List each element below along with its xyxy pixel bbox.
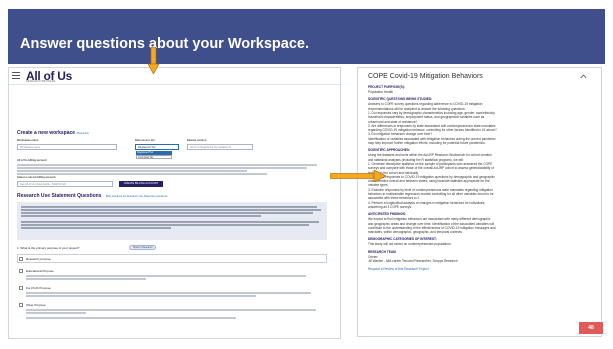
billing-text-line <box>17 164 317 166</box>
question-1-label: 1. What is the primary purpose of your p… <box>17 246 80 250</box>
section-heading: SCIENTIFIC QUESTIONS BEING STUDIED: <box>368 97 433 102</box>
rus-heading: Research Use Statement Questions Best pr… <box>17 193 167 199</box>
section-text-line: Population Health <box>368 90 394 94</box>
logo-subtitle: RESEARCH PROGRAM <box>26 80 56 83</box>
section-heading: PROJECT PURPOSE(S): <box>368 85 405 89</box>
page-number-badge: 48 <box>579 322 603 334</box>
billing-text-line <box>17 173 267 175</box>
chevron-up-icon[interactable] <box>580 73 587 80</box>
arrow-right-icon <box>330 170 386 182</box>
slide: Answer questions about your Workspace. A… <box>0 0 613 349</box>
info-text-line <box>21 206 317 208</box>
data-access-tier-select[interactable]: Registered Tier <box>135 144 179 150</box>
create-billing-account-button[interactable]: CREATE BILLING ACCOUNT <box>119 181 163 187</box>
section-text-line: Jill Waxlen - Mid-career Tenured Researc… <box>368 259 458 263</box>
info-text-line <box>21 221 319 223</box>
required-tag: (Required) <box>76 132 89 135</box>
option-text-line <box>26 312 86 314</box>
billing-select-label: Select a current billing account <box>17 176 56 179</box>
section-heading: RESEARCH TEAM <box>368 249 396 254</box>
info-text-line <box>21 215 261 217</box>
app-top-nav: All of Us RESEARCH PROGRAM <box>9 68 340 85</box>
billing-heading: All of Us billing account <box>17 159 47 162</box>
option-text-line <box>26 292 311 294</box>
info-text-line <box>21 209 321 211</box>
rus-best-practices-link[interactable]: Best practices for Research Use Statemen… <box>106 195 168 198</box>
info-text-line <box>21 224 309 226</box>
data-access-tier-label: Data access tier <box>135 139 155 142</box>
question-1-pill[interactable]: Show in Research <box>129 245 157 250</box>
educational-purpose-checkbox[interactable] <box>19 269 23 273</box>
dataset-version-select[interactable]: All of Us Registered Tier Dataset v5 <box>187 144 253 150</box>
other-purpose-label: Other Purpose <box>26 303 46 307</box>
option-text-line <box>26 295 256 297</box>
other-purpose-checkbox[interactable] <box>19 303 23 307</box>
section-heading: SCIENTIFIC APPROACHES: <box>368 148 411 153</box>
create-workspace-heading-text: Create a new workspace <box>17 130 76 136</box>
project-title: COPE Covid-19 Mitigation Behaviors <box>368 73 483 80</box>
for-profit-purpose-label: For-Profit Purpose <box>26 286 51 290</box>
request-review-link[interactable]: Request a Review of this Research Projec… <box>368 267 429 271</box>
rus-heading-text: Research Use Statement Questions <box>17 193 102 199</box>
educational-purpose-label: Educational Purpose <box>26 269 54 273</box>
create-workspace-heading: Create a new workspace (Required) <box>17 130 89 136</box>
option-text-line <box>26 278 146 280</box>
section-text-line: mandates, within demographic, geographic… <box>368 230 463 235</box>
slide-title: Answer questions about your Workspace. <box>20 36 309 52</box>
billing-account-select[interactable]: Use All of Us initial credits - $300.00 … <box>17 181 113 187</box>
workspace-name-input[interactable]: Workspace name <box>17 144 117 150</box>
billing-text-line <box>17 167 307 169</box>
section-text-line: answering all 3 COPE surveys. <box>368 204 412 209</box>
option-text-line <box>26 309 316 311</box>
section-text-line: may help improve further mitigation effo… <box>368 141 486 145</box>
research-purpose-row <box>17 254 327 263</box>
project-description-screenshot: COPE Covid-19 Mitigation Behaviors PROJE… <box>357 67 602 337</box>
workspace-name-label: Workspace name <box>17 139 39 142</box>
info-text-line <box>21 212 313 214</box>
section-heading: ANTICIPATED FINDINGS: <box>368 212 407 217</box>
workspace-form-screenshot: All of Us RESEARCH PROGRAM Create a new … <box>8 67 341 339</box>
option-text-line <box>26 275 306 277</box>
arrow-down-icon <box>148 47 159 75</box>
section-text-line: This study will not center on underrepre… <box>368 242 452 247</box>
dataset-version-label: Dataset version <box>187 139 207 142</box>
section-heading: DEMOGRAPHIC CATEGORIES OF INTEREST: <box>368 237 437 242</box>
billing-text-line <box>17 170 247 172</box>
for-profit-purpose-checkbox[interactable] <box>19 286 23 290</box>
option-text-line <box>26 317 236 319</box>
title-bar: Answer questions about your Workspace. <box>8 9 605 64</box>
data-access-option-controlled[interactable]: Controlled Tier <box>136 155 172 159</box>
info-text-line <box>21 227 171 229</box>
menu-icon[interactable] <box>12 72 20 79</box>
